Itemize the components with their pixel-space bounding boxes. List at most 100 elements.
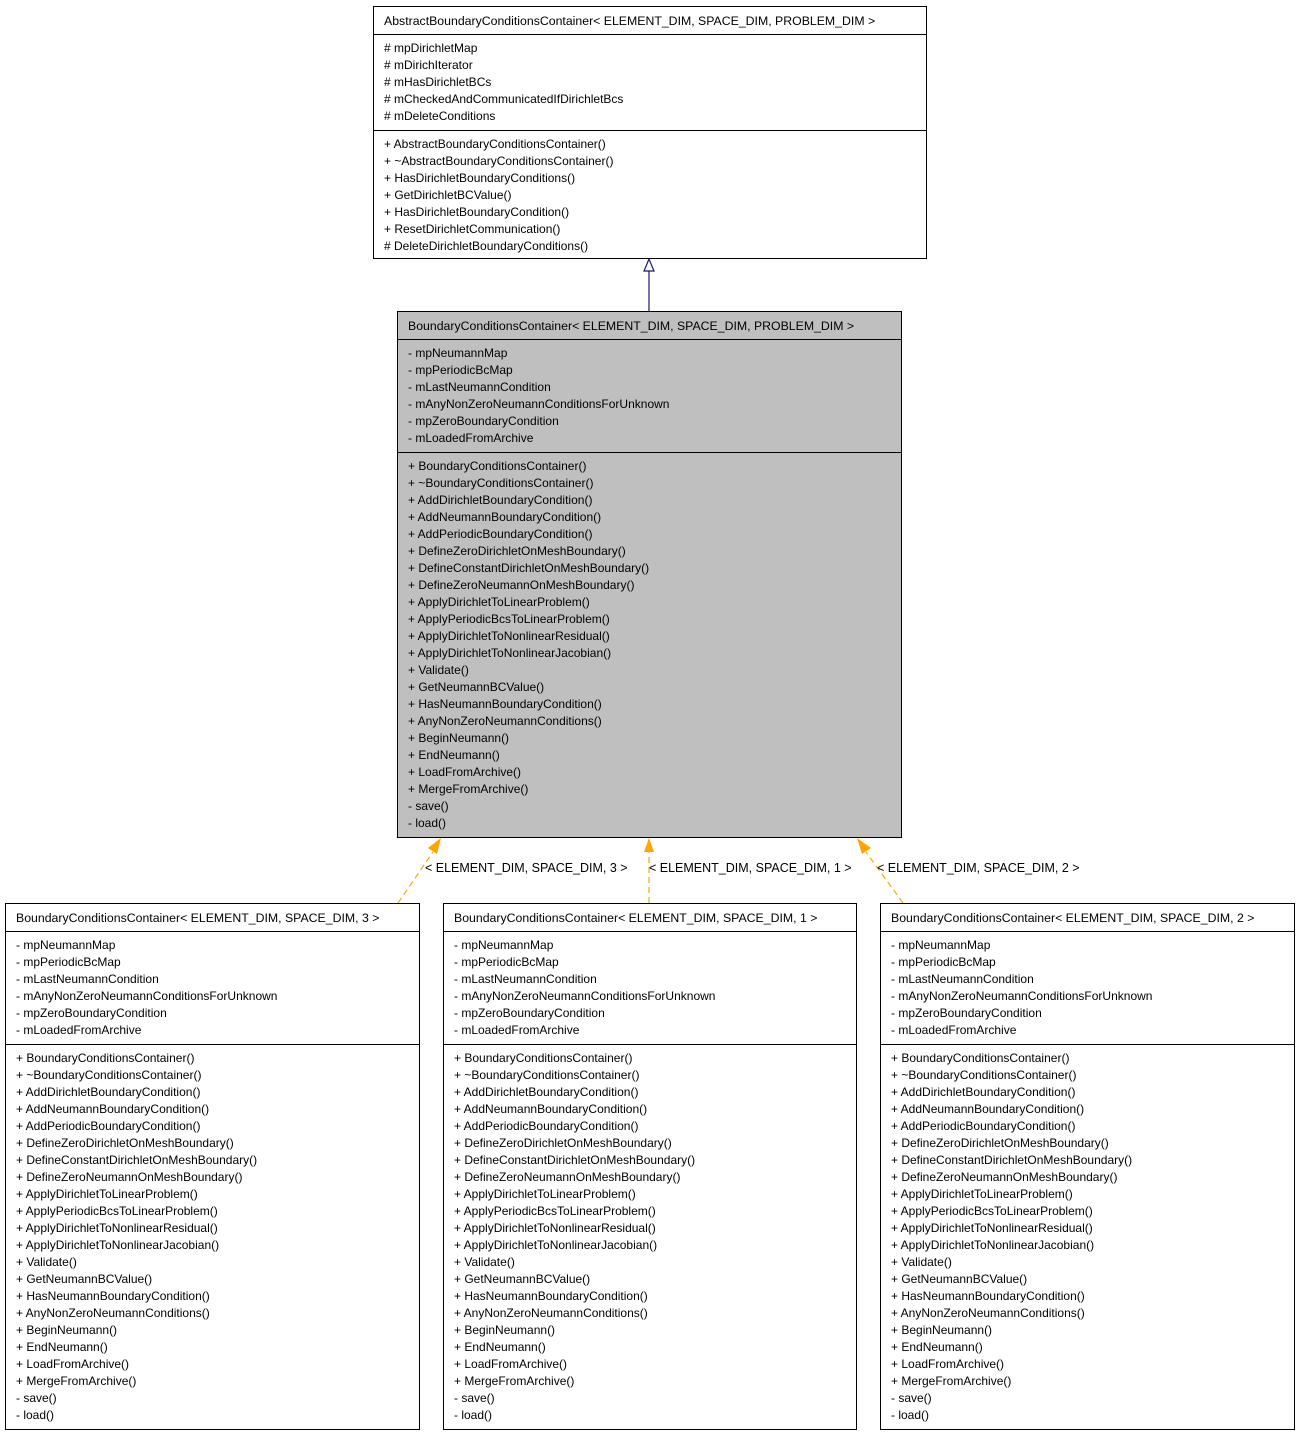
method: + ResetDirichletCommunication() xyxy=(384,222,561,236)
attribute: - mAnyNonZeroNeumannConditionsForUnknown xyxy=(454,989,716,1003)
attribute: - mpZeroBoundaryCondition xyxy=(891,1006,1042,1020)
method: + DefineZeroNeumannOnMeshBoundary() xyxy=(454,1170,681,1184)
method: + DefineConstantDirichletOnMeshBoundary(… xyxy=(891,1153,1133,1167)
attribute: - mAnyNonZeroNeumannConditionsForUnknown xyxy=(16,989,278,1003)
method: + DefineZeroDirichletOnMeshBoundary() xyxy=(454,1136,672,1150)
method: + BoundaryConditionsContainer() xyxy=(16,1051,195,1065)
method: - load() xyxy=(16,1408,55,1422)
method: + AddDirichletBoundaryCondition() xyxy=(454,1085,639,1099)
class-box-specialization-3[interactable]: BoundaryConditionsContainer< ELEMENT_DIM… xyxy=(5,903,420,1430)
class-box-boundary-conditions-container[interactable]: BoundaryConditionsContainer< ELEMENT_DIM… xyxy=(397,311,902,838)
template-arrowhead-3-icon xyxy=(428,838,441,854)
method: - save() xyxy=(16,1391,57,1405)
method: + ApplyPeriodicBcsToLinearProblem() xyxy=(454,1204,656,1218)
class-name: BoundaryConditionsContainer< ELEMENT_DIM… xyxy=(6,904,419,932)
method: + ApplyDirichletToNonlinearResidual() xyxy=(16,1221,218,1235)
method: - load() xyxy=(454,1408,493,1422)
method: + DefineConstantDirichletOnMeshBoundary(… xyxy=(16,1153,258,1167)
method: + AddDirichletBoundaryCondition() xyxy=(16,1085,201,1099)
method: + GetNeumannBCValue() xyxy=(891,1272,1028,1286)
method: + GetNeumannBCValue() xyxy=(408,680,545,694)
method: + HasNeumannBoundaryCondition() xyxy=(16,1289,210,1303)
inheritance-arrowhead-icon xyxy=(643,257,655,272)
attribute: - mLoadedFromArchive xyxy=(408,431,534,445)
method: + LoadFromArchive() xyxy=(16,1357,130,1371)
method: + ~BoundaryConditionsContainer() xyxy=(408,476,594,490)
attribute: - mLoadedFromArchive xyxy=(891,1023,1017,1037)
method: + AddPeriodicBoundaryCondition() xyxy=(16,1119,201,1133)
class-box-specialization-2[interactable]: BoundaryConditionsContainer< ELEMENT_DIM… xyxy=(880,903,1295,1430)
method: + HasDirichletBoundaryCondition() xyxy=(384,205,570,219)
attribute: - mLastNeumannCondition xyxy=(16,972,159,986)
method: + EndNeumann() xyxy=(408,748,500,762)
attribute: # mHasDirichletBCs xyxy=(384,75,492,89)
attribute: - mAnyNonZeroNeumannConditionsForUnknown xyxy=(891,989,1153,1003)
attribute: - mpZeroBoundaryCondition xyxy=(408,414,559,428)
attribute: - mpPeriodicBcMap xyxy=(454,955,559,969)
method: + LoadFromArchive() xyxy=(454,1357,568,1371)
method: + AnyNonZeroNeumannConditions() xyxy=(891,1306,1085,1320)
class-box-abstract-boundary-conditions-container[interactable]: AbstractBoundaryConditionsContainer< ELE… xyxy=(373,6,927,259)
edge-label-2: < ELEMENT_DIM, SPACE_DIM, 2 > xyxy=(877,861,1080,875)
attribute: # mDirichIterator xyxy=(384,58,473,72)
method: + LoadFromArchive() xyxy=(408,765,522,779)
method: + ApplyDirichletToNonlinearJacobian() xyxy=(408,646,612,660)
attribute: - mpZeroBoundaryCondition xyxy=(16,1006,167,1020)
method: + BeginNeumann() xyxy=(454,1323,556,1337)
method: - save() xyxy=(408,799,449,813)
method: + Validate() xyxy=(891,1255,952,1269)
attribute: - mpNeumannMap xyxy=(408,346,508,360)
attribute: - mpZeroBoundaryCondition xyxy=(454,1006,605,1020)
method: + BeginNeumann() xyxy=(16,1323,118,1337)
attribute: - mLastNeumannCondition xyxy=(408,380,551,394)
method: + DefineZeroDirichletOnMeshBoundary() xyxy=(891,1136,1109,1150)
edge-label-1: < ELEMENT_DIM, SPACE_DIM, 1 > xyxy=(649,861,852,875)
method: + DefineConstantDirichletOnMeshBoundary(… xyxy=(454,1153,696,1167)
attribute: # mpDirichletMap xyxy=(384,41,478,55)
method: + ApplyDirichletToNonlinearJacobian() xyxy=(454,1238,658,1252)
method: + BeginNeumann() xyxy=(408,731,510,745)
method: + AddNeumannBoundaryCondition() xyxy=(408,510,602,524)
method: + ApplyDirichletToNonlinearJacobian() xyxy=(16,1238,220,1252)
method: + DefineConstantDirichletOnMeshBoundary(… xyxy=(408,561,650,575)
method: + ~AbstractBoundaryConditionsContainer() xyxy=(384,154,614,168)
method: - load() xyxy=(891,1408,930,1422)
method: + ApplyDirichletToNonlinearResidual() xyxy=(891,1221,1093,1235)
method: + ApplyDirichletToLinearProblem() xyxy=(454,1187,636,1201)
method: - load() xyxy=(408,816,447,830)
template-edge-2 xyxy=(865,851,904,904)
method: + HasDirichletBoundaryConditions() xyxy=(384,171,576,185)
method: + MergeFromArchive() xyxy=(454,1374,575,1388)
edge-label-3: < ELEMENT_DIM, SPACE_DIM, 3 > xyxy=(425,861,628,875)
method: + AddNeumannBoundaryCondition() xyxy=(454,1102,648,1116)
method: + BoundaryConditionsContainer() xyxy=(408,459,587,473)
methods-section: + BoundaryConditionsContainer() + ~Bounda… xyxy=(444,1045,856,1429)
attribute: - mAnyNonZeroNeumannConditionsForUnknown xyxy=(408,397,670,411)
method: + MergeFromArchive() xyxy=(16,1374,137,1388)
attributes-section: - mpNeumannMap - mpPeriodicBcMap - mLast… xyxy=(398,340,901,453)
method: + ApplyDirichletToLinearProblem() xyxy=(16,1187,198,1201)
method: + BeginNeumann() xyxy=(891,1323,993,1337)
method: - save() xyxy=(454,1391,495,1405)
methods-section: + AbstractBoundaryConditionsContainer() … xyxy=(374,131,926,260)
attribute: - mpPeriodicBcMap xyxy=(408,363,513,377)
attribute: - mpNeumannMap xyxy=(891,938,991,952)
method: + AnyNonZeroNeumannConditions() xyxy=(408,714,602,728)
method: + HasNeumannBoundaryCondition() xyxy=(408,697,602,711)
method: + DefineZeroNeumannOnMeshBoundary() xyxy=(408,578,635,592)
method: + Validate() xyxy=(16,1255,77,1269)
method: + GetNeumannBCValue() xyxy=(454,1272,591,1286)
method: + DefineZeroNeumannOnMeshBoundary() xyxy=(16,1170,243,1184)
method: # DeleteDirichletBoundaryConditions() xyxy=(384,239,589,253)
attributes-section: - mpNeumannMap - mpPeriodicBcMap - mLastNe… xyxy=(444,932,856,1045)
method: + ApplyDirichletToNonlinearResidual() xyxy=(408,629,610,643)
method: + BoundaryConditionsContainer() xyxy=(891,1051,1070,1065)
method: + Validate() xyxy=(408,663,469,677)
method: + AnyNonZeroNeumannConditions() xyxy=(16,1306,210,1320)
attributes-section: # mpDirichletMap # mDirichIterator # mHa… xyxy=(374,35,926,131)
class-box-specialization-1[interactable]: BoundaryConditionsContainer< ELEMENT_DIM… xyxy=(443,903,857,1430)
method: + AddPeriodicBoundaryCondition() xyxy=(891,1119,1076,1133)
template-arrowhead-1-icon xyxy=(644,838,654,852)
attribute: - mpNeumannMap xyxy=(454,938,554,952)
template-edge-3 xyxy=(397,851,434,904)
